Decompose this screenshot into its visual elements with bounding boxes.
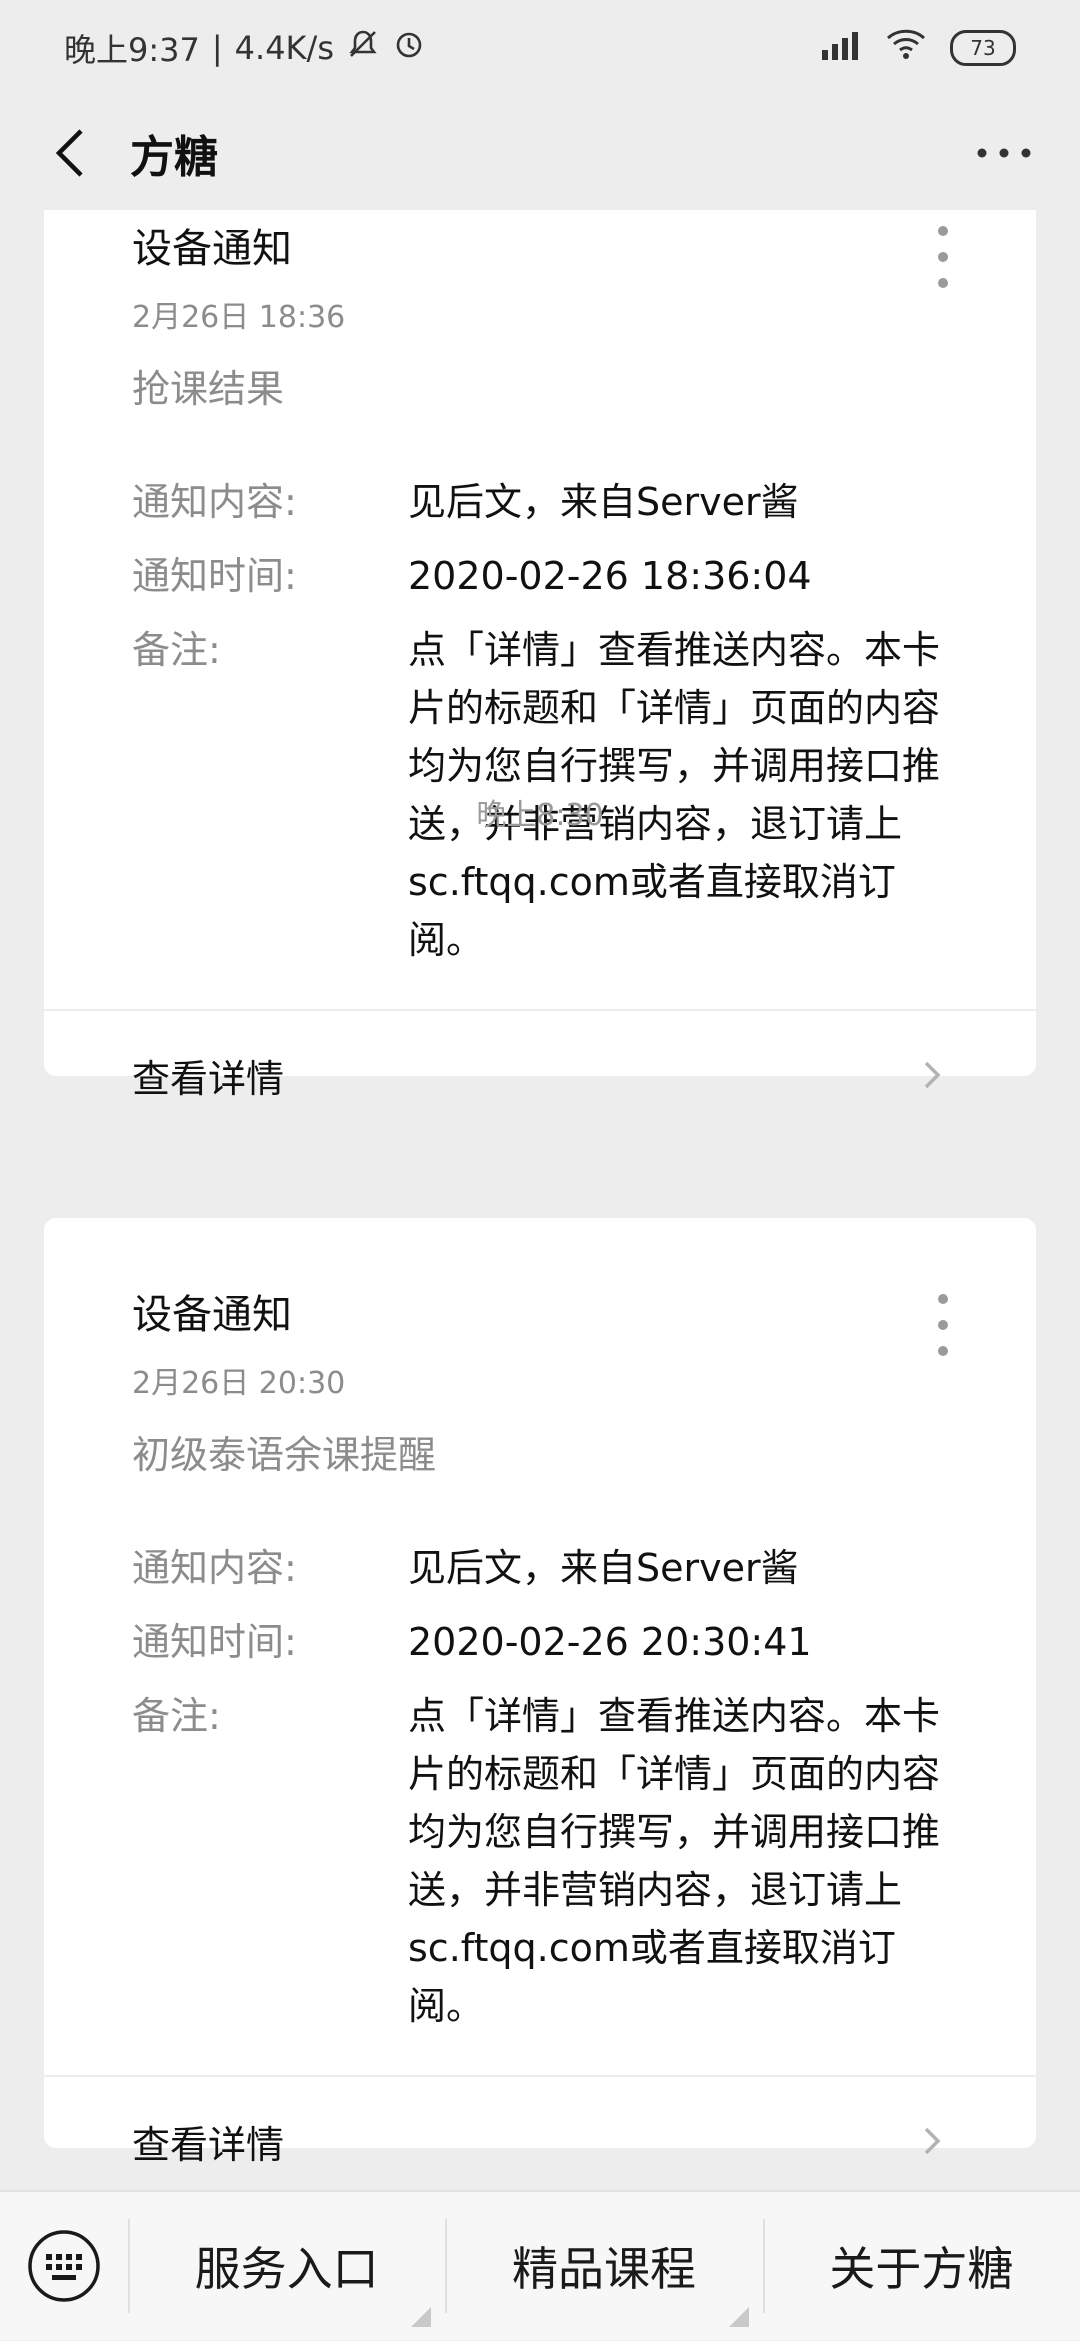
alarm-icon <box>392 27 426 69</box>
chevron-right-icon <box>924 2127 941 2155</box>
card-menu-button[interactable] <box>936 226 950 288</box>
card-title: 设备通知 <box>132 1292 292 1338</box>
field-label: 通知内容: <box>132 480 297 524</box>
card-header: 设备通知 2月26日 18:36 抢课结果 <box>44 210 1036 413</box>
view-details-button[interactable]: 查看详情 <box>44 1011 1036 1139</box>
battery-indicator: 73 <box>950 30 1016 66</box>
submenu-indicator-icon <box>728 2307 749 2327</box>
field-label: 通知内容: <box>132 1546 297 1590</box>
field-value: 见后文，来自Server酱 <box>408 480 799 524</box>
more-options-button[interactable] <box>968 123 1040 183</box>
more-dots-icon <box>977 148 1031 158</box>
menu-label: 关于方糖 <box>829 2242 1014 2296</box>
status-separator: | <box>211 29 223 67</box>
card-date: 2月26日 20:30 <box>132 1366 346 1401</box>
field-label: 通知时间: <box>132 1620 297 1664</box>
field-row: 备注: 点「详情」查看推送内容。本卡片的标题和「详情」页面的内容均为您自行撰写，… <box>132 1687 948 2035</box>
network-speed: 4.4K/s <box>234 29 334 67</box>
back-button[interactable] <box>40 123 100 183</box>
keyboard-toggle-button[interactable] <box>0 2191 128 2341</box>
field-value: 见后文，来自Server酱 <box>408 1546 799 1590</box>
card-menu-button[interactable] <box>936 1294 950 1356</box>
field-label: 备注: <box>132 1694 221 1738</box>
field-row: 通知内容: 见后文，来自Server酱 <box>132 473 948 531</box>
menu-featured-courses[interactable]: 精品课程 <box>445 2191 762 2341</box>
field-row: 通知时间: 2020-02-26 20:30:41 <box>132 1613 948 1671</box>
battery-level: 73 <box>970 36 996 60</box>
field-value: 点「详情」查看推送内容。本卡片的标题和「详情」页面的内容均为您自行撰写，并调用接… <box>408 1694 941 2028</box>
status-time: 晚上9:37 <box>64 31 200 69</box>
field-value: 2020-02-26 18:36:04 <box>408 554 812 598</box>
mute-icon <box>346 27 380 69</box>
menu-about[interactable]: 关于方糖 <box>762 2191 1080 2341</box>
view-details-label: 查看详情 <box>132 1056 285 1101</box>
bottom-menu-bar: 服务入口 精品课程 关于方糖 <box>0 2190 1080 2340</box>
notification-card: 设备通知 2月26日 20:30 初级泰语余课提醒 通知内容: 见后文，来自Se… <box>44 1218 1036 2167</box>
menu-label: 精品课程 <box>511 2242 696 2296</box>
view-details-button[interactable]: 查看详情 <box>44 2077 1036 2190</box>
card-subtitle: 初级泰语余课提醒 <box>132 1433 437 1477</box>
card-subtitle: 抢课结果 <box>132 367 285 411</box>
field-row: 通知时间: 2020-02-26 18:36:04 <box>132 547 948 605</box>
status-right: 73 <box>818 28 1016 68</box>
card-fields: 通知内容: 见后文，来自Server酱 通知时间: 2020-02-26 20:… <box>44 1539 1036 2035</box>
wifi-icon <box>884 28 928 68</box>
keyboard-icon <box>28 2230 100 2302</box>
view-details-label: 查看详情 <box>132 2122 285 2167</box>
field-value: 2020-02-26 20:30:41 <box>408 1620 812 1664</box>
card-title: 设备通知 <box>132 226 292 272</box>
signal-icon <box>818 28 862 68</box>
status-left: 晚上9:37 | 4.4K/s <box>64 25 426 71</box>
chevron-left-icon <box>55 129 83 177</box>
menu-label: 服务入口 <box>194 2242 379 2296</box>
chevron-right-icon <box>924 1061 941 1089</box>
card-date: 2月26日 18:36 <box>132 300 346 335</box>
field-label: 通知时间: <box>132 554 297 598</box>
card-header: 设备通知 2月26日 20:30 初级泰语余课提醒 <box>44 1218 1036 1479</box>
vertical-dots-icon <box>936 1294 950 1356</box>
status-bar: 晚上9:37 | 4.4K/s 73 <box>0 0 1080 96</box>
field-row: 通知内容: 见后文，来自Server酱 <box>132 1539 948 1597</box>
submenu-indicator-icon <box>411 2307 432 2327</box>
vertical-dots-icon <box>936 226 950 288</box>
nav-bar: 方糖 <box>0 96 1080 210</box>
message-timestamp: 晚上8:30 <box>476 798 604 833</box>
menu-service-entry[interactable]: 服务入口 <box>128 2191 445 2341</box>
notification-card: 设备通知 2月26日 18:36 抢课结果 通知内容: 见后文，来自Server… <box>44 210 1036 1101</box>
card-fields: 通知内容: 见后文，来自Server酱 通知时间: 2020-02-26 18:… <box>44 473 1036 969</box>
page-title: 方糖 <box>130 132 218 183</box>
chat-content[interactable]: 设备通知 2月26日 18:36 抢课结果 通知内容: 见后文，来自Server… <box>0 210 1080 2190</box>
